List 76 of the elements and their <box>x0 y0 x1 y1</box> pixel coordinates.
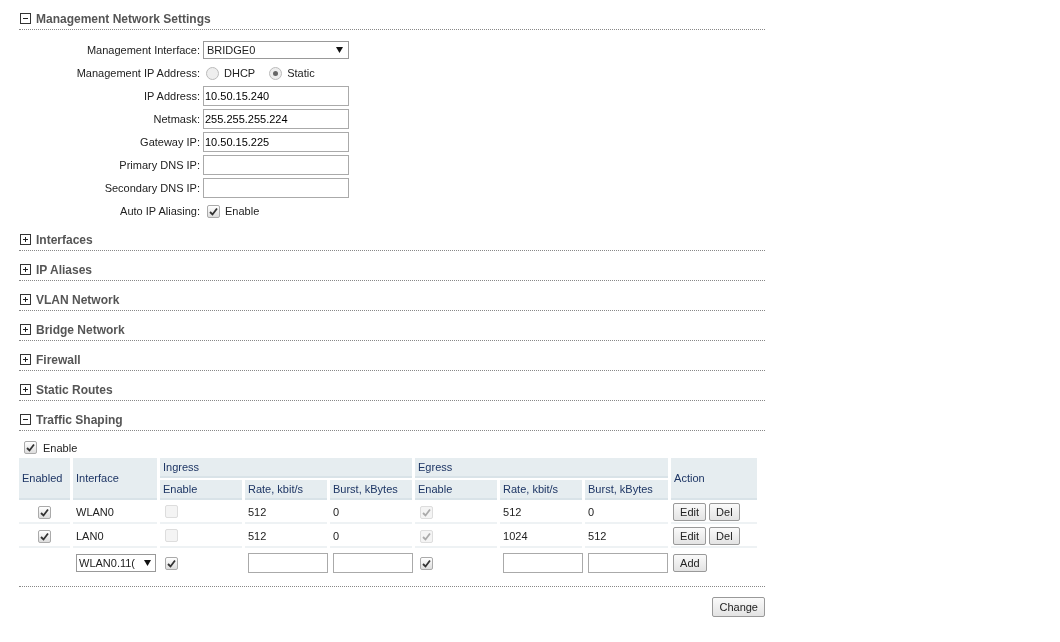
change-button[interactable]: Change <box>712 597 765 617</box>
text-field[interactable] <box>203 178 349 198</box>
table-cell: LAN0 <box>76 530 104 542</box>
column-header: Rate, kbit/s <box>245 480 327 500</box>
field-label: Gateway IP: <box>139 136 200 148</box>
section-title[interactable]: Bridge Network <box>36 322 125 337</box>
expand-icon[interactable] <box>20 234 31 245</box>
burst-field[interactable] <box>333 553 413 573</box>
column-header: Burst, kBytes <box>585 480 669 500</box>
column-header: Rate, kbit/s <box>500 480 583 500</box>
add-button[interactable]: Add <box>673 554 707 572</box>
checkbox[interactable] <box>38 505 51 519</box>
table-cell: 512 <box>503 506 522 518</box>
expand-icon[interactable] <box>20 384 31 395</box>
column-header: Action <box>671 458 758 500</box>
section-title[interactable]: Traffic Shaping <box>36 412 123 427</box>
expand-icon[interactable] <box>20 354 31 365</box>
section-title[interactable]: Static Routes <box>36 382 113 397</box>
collapse-icon[interactable] <box>20 13 31 24</box>
radio-label: Static <box>287 67 315 79</box>
checkbox-label: Enable <box>43 441 78 454</box>
rate-field[interactable] <box>248 553 328 573</box>
checkbox[interactable] <box>165 556 178 570</box>
field-label: Management Interface: <box>85 44 200 56</box>
table-cell: WLAN0 <box>76 506 114 518</box>
checkbox[interactable] <box>207 204 220 218</box>
field-label: Management IP Address: <box>75 67 200 79</box>
field-label: Netmask: <box>152 113 200 125</box>
caret-icon <box>336 47 343 53</box>
section-title[interactable]: Interfaces <box>36 232 93 247</box>
collapse-icon[interactable] <box>20 414 31 425</box>
checkbox[interactable] <box>24 441 37 454</box>
table-cell: 512 <box>248 530 267 542</box>
expand-icon[interactable] <box>20 294 31 305</box>
text-field[interactable] <box>203 155 349 175</box>
table-cell: 0 <box>333 530 340 542</box>
table-cell: 512 <box>248 506 267 518</box>
edit-button[interactable]: Edit <box>673 527 707 545</box>
checkbox[interactable] <box>38 529 51 543</box>
edit-button[interactable]: Edit <box>673 503 707 521</box>
text-field[interactable]: 10.50.15.240 <box>203 86 349 106</box>
table-cell: 0 <box>588 506 595 518</box>
section-title[interactable]: VLAN Network <box>36 292 120 307</box>
field-label: Auto IP Aliasing: <box>119 205 200 217</box>
text-field[interactable]: 10.50.15.225 <box>203 132 349 152</box>
radio-label: DHCP <box>224 67 256 79</box>
expand-icon[interactable] <box>20 264 31 275</box>
column-header: Burst, kBytes <box>330 480 413 500</box>
radio-button[interactable] <box>206 66 219 80</box>
table-cell: 1024 <box>503 530 528 542</box>
column-group-header: Egress <box>415 458 669 478</box>
caret-icon <box>144 560 151 566</box>
section-title[interactable]: Management Network Settings <box>36 11 211 26</box>
table-cell: 512 <box>588 530 607 542</box>
expand-icon[interactable] <box>20 324 31 335</box>
burst-field[interactable] <box>588 553 669 573</box>
table-cell: 0 <box>333 506 340 518</box>
checkbox-label: Enable <box>225 205 260 217</box>
field-label: IP Address: <box>142 90 200 102</box>
column-header: Enable <box>415 480 498 500</box>
checkbox[interactable] <box>420 556 434 570</box>
section-title[interactable]: IP Aliases <box>36 262 93 277</box>
delete-button[interactable]: Del <box>709 527 740 545</box>
delete-button[interactable]: Del <box>709 503 740 521</box>
column-header: Interface <box>73 458 157 500</box>
field-label: Secondary DNS IP: <box>103 182 200 194</box>
radio-button[interactable] <box>269 66 283 80</box>
text-field[interactable]: 255.255.255.224 <box>203 109 349 129</box>
rate-field[interactable] <box>503 553 584 573</box>
column-header: Enabled <box>19 458 70 500</box>
field-label: Primary DNS IP: <box>118 159 200 171</box>
section-title[interactable]: Firewall <box>36 352 81 367</box>
column-group-header: Ingress <box>160 458 413 478</box>
interface-dropdown[interactable]: WLAN0.11( <box>76 554 156 572</box>
column-header: Enable <box>160 480 242 500</box>
interface-dropdown[interactable]: BRIDGE0 <box>203 41 349 59</box>
